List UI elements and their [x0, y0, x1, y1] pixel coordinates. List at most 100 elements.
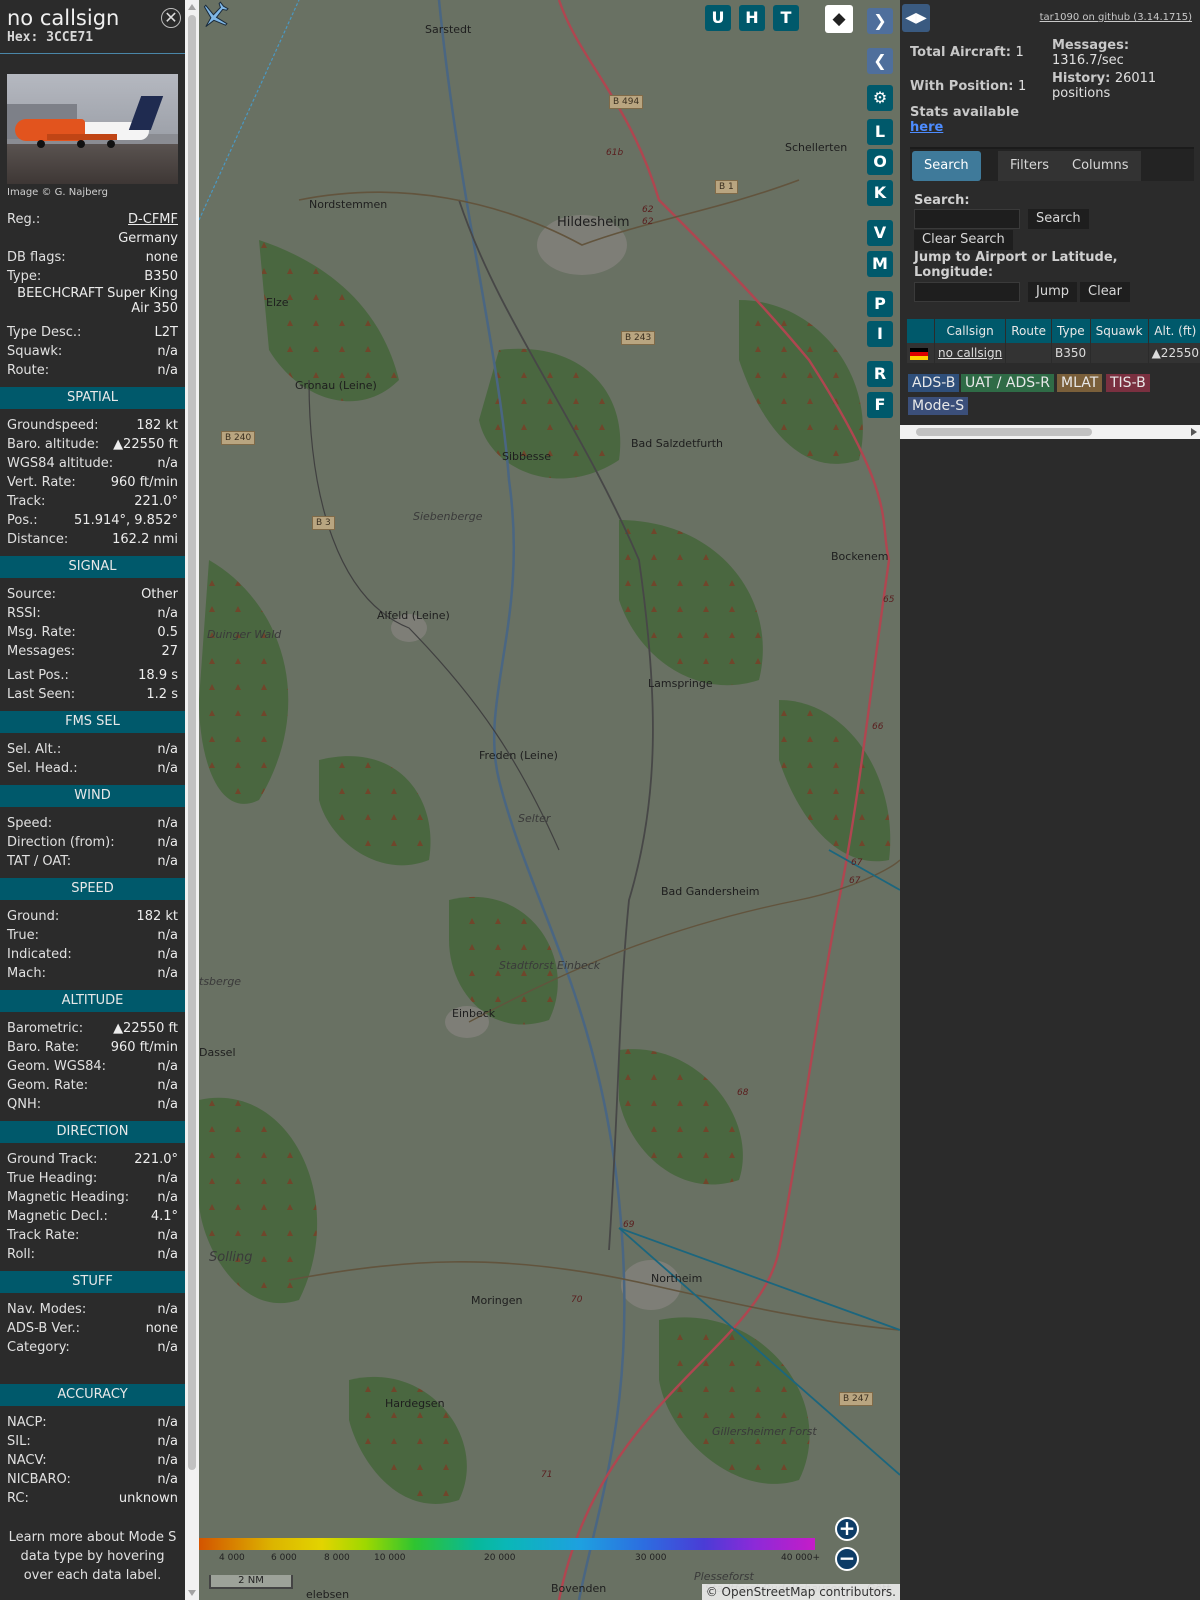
info-row-label[interactable]: Source: — [7, 585, 56, 604]
info-row-label[interactable]: Last Pos.: — [7, 666, 69, 685]
info-row-label[interactable]: Messages: — [7, 642, 75, 661]
map-button-t[interactable]: T — [773, 5, 799, 31]
aircraft-photo[interactable] — [7, 74, 178, 184]
info-row-label[interactable]: WGS84 altitude: — [7, 454, 113, 473]
info-row-label[interactable]: Ground Track: — [7, 1150, 97, 1169]
tab-filters[interactable]: Filters — [998, 151, 1061, 181]
altitude-scale-label: 30 000 — [635, 1553, 667, 1563]
settings-gear-icon[interactable]: ⚙ — [867, 85, 893, 111]
info-row-label[interactable]: Groundspeed: — [7, 416, 98, 435]
clear-search-button[interactable]: Clear Search — [914, 230, 1013, 250]
source-tisb[interactable]: TIS-B — [1106, 374, 1150, 392]
info-row-label[interactable]: Roll: — [7, 1245, 35, 1264]
info-row-label[interactable]: Pos.: — [7, 511, 38, 530]
map-button-i[interactable]: I — [867, 321, 893, 347]
collapse-left-icon[interactable]: ❮ — [867, 48, 893, 74]
info-row-label[interactable]: NACV: — [7, 1451, 47, 1470]
reg-link[interactable]: D-CFMF — [128, 210, 178, 229]
table-row[interactable]: no callsign B350 ▲22550 — [907, 343, 1200, 363]
info-row-label[interactable]: True Heading: — [7, 1169, 97, 1188]
info-row-label[interactable]: Sel. Alt.: — [7, 740, 61, 759]
jump-button[interactable]: Jump — [1028, 282, 1077, 302]
col-squawk[interactable]: Squawk — [1090, 319, 1149, 343]
map-attribution[interactable]: © OpenStreetMap contributors. — [701, 1584, 900, 1600]
info-row: Indicated: n/a — [0, 945, 185, 964]
row-type: B350 — [1051, 343, 1091, 363]
dbflags-row: DB flags: none — [0, 248, 185, 267]
zoom-out-icon[interactable]: − — [835, 1547, 859, 1571]
type-value: B350 — [144, 269, 178, 284]
info-row-label[interactable]: Category: — [7, 1338, 70, 1357]
clear-jump-button[interactable]: Clear — [1080, 282, 1130, 302]
panel-toggle-icon[interactable]: ◀▶ — [902, 4, 930, 32]
source-adsb[interactable]: ADS-B — [908, 374, 960, 392]
expand-right-icon[interactable]: ❯ — [867, 8, 893, 34]
search-button[interactable]: Search — [1028, 209, 1089, 229]
map-button-h[interactable]: H — [739, 5, 765, 31]
info-row-label[interactable]: Track Rate: — [7, 1226, 79, 1245]
info-row-label[interactable]: Last Seen: — [7, 685, 75, 704]
source-uat[interactable]: UAT / ADS-R — [961, 374, 1054, 392]
col-altitude[interactable]: Alt. (ft) — [1148, 319, 1200, 343]
info-row-label[interactable]: Magnetic Decl.: — [7, 1207, 108, 1226]
info-row-label[interactable]: Nav. Modes: — [7, 1300, 86, 1319]
map-button-l[interactable]: L — [867, 119, 893, 145]
info-row-label[interactable]: Vert. Rate: — [7, 473, 76, 492]
jump-input[interactable] — [914, 282, 1020, 302]
close-icon[interactable]: ✕ — [161, 8, 181, 28]
map-button-m[interactable]: M — [867, 251, 893, 277]
col-route[interactable]: Route — [1005, 319, 1053, 343]
info-row-label[interactable]: Geom. WGS84: — [7, 1057, 106, 1076]
tab-search[interactable]: Search — [912, 151, 981, 181]
stats-here-link[interactable]: here — [910, 120, 943, 135]
map-button-o[interactable]: O — [867, 149, 893, 175]
info-scrollbar[interactable] — [185, 0, 199, 1600]
aircraft-icon[interactable] — [199, 0, 231, 32]
info-row-label[interactable]: Ground: — [7, 907, 59, 926]
info-row-label[interactable]: Distance: — [7, 530, 68, 549]
map-button-f[interactable]: F — [867, 392, 893, 418]
row-callsign[interactable]: no callsign — [934, 343, 1007, 363]
info-row-label[interactable]: Sel. Head.: — [7, 759, 78, 778]
info-row-label[interactable]: ADS-B Ver.: — [7, 1319, 80, 1338]
info-row-label[interactable]: Track: — [7, 492, 45, 511]
row-squawk — [1090, 343, 1149, 363]
github-link[interactable]: tar1090 on github (3.14.1715) — [1040, 12, 1192, 23]
info-row-label[interactable]: Mach: — [7, 964, 46, 983]
info-row-label[interactable]: RSSI: — [7, 604, 41, 623]
map-button-r[interactable]: R — [867, 361, 893, 387]
info-row-label[interactable]: Msg. Rate: — [7, 623, 76, 642]
info-row-label[interactable]: Direction (from): — [7, 833, 115, 852]
info-row-label[interactable]: Barometric: — [7, 1019, 83, 1038]
info-row: Geom. Rate: n/a — [0, 1076, 185, 1095]
map-button-u[interactable]: U — [705, 5, 731, 31]
map-button-p[interactable]: P — [867, 291, 893, 317]
tab-columns[interactable]: Columns — [1060, 151, 1141, 181]
info-row-label[interactable]: Speed: — [7, 814, 52, 833]
info-row: RC: unknown — [0, 1489, 185, 1508]
info-row-label[interactable]: Baro. Rate: — [7, 1038, 79, 1057]
map-view[interactable]: Sarstedt Hildesheim Schellerten Nordstemmen… — [199, 0, 900, 1600]
info-row-label[interactable]: Geom. Rate: — [7, 1076, 88, 1095]
info-row-label[interactable]: QNH: — [7, 1095, 41, 1114]
source-mlat[interactable]: MLAT — [1057, 374, 1103, 392]
info-row-label[interactable]: Baro. altitude: — [7, 435, 99, 454]
info-row-label[interactable]: RC: — [7, 1489, 29, 1508]
col-callsign[interactable]: Callsign — [934, 319, 1007, 343]
col-type[interactable]: Type — [1051, 319, 1091, 343]
info-row-value: ▲22550 ft — [113, 437, 178, 452]
source-modes[interactable]: Mode-S — [908, 397, 969, 415]
search-input[interactable] — [914, 209, 1020, 229]
info-row-label[interactable]: NACP: — [7, 1413, 47, 1432]
layers-icon[interactable]: ◆ — [825, 5, 853, 33]
table-hscrollbar[interactable] — [900, 425, 1200, 439]
info-row-label[interactable]: Magnetic Heading: — [7, 1188, 129, 1207]
info-row-label[interactable]: True: — [7, 926, 39, 945]
map-button-k[interactable]: K — [867, 180, 893, 206]
zoom-in-icon[interactable]: + — [835, 1517, 859, 1541]
info-row-label[interactable]: TAT / OAT: — [7, 852, 71, 871]
info-row-label[interactable]: Indicated: — [7, 945, 72, 964]
info-row-label[interactable]: SIL: — [7, 1432, 31, 1451]
info-row-label[interactable]: NICBARO: — [7, 1470, 71, 1489]
map-button-v[interactable]: V — [867, 220, 893, 246]
